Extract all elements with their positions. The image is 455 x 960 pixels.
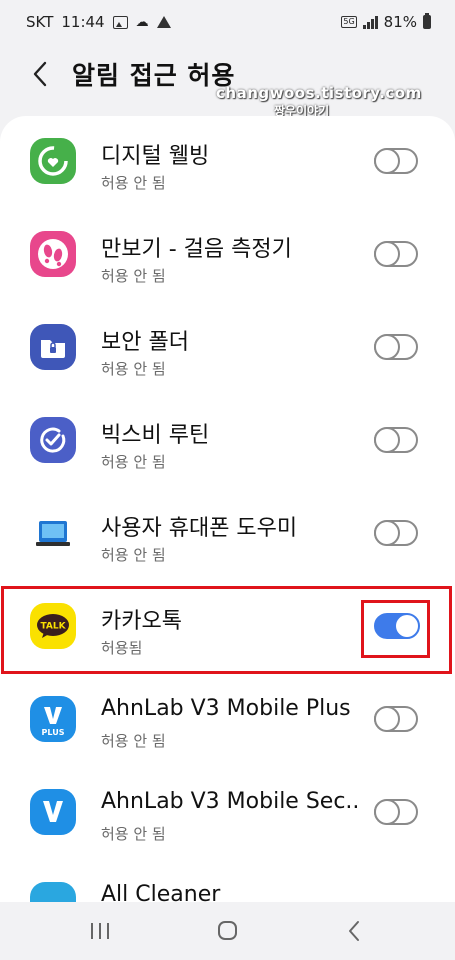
toggle-switch[interactable] bbox=[374, 799, 418, 825]
clock: 11:44 bbox=[61, 13, 105, 31]
status-bar: SKT 11:44 ☁ 5G 81% bbox=[0, 0, 455, 44]
carrier: SKT bbox=[26, 13, 54, 31]
app-status: 허용됨 bbox=[101, 639, 143, 657]
back-button[interactable] bbox=[30, 59, 54, 89]
signal-icon bbox=[362, 15, 378, 29]
app-name: All Cleaner bbox=[101, 882, 221, 902]
digital-wellbeing-icon bbox=[30, 138, 76, 184]
bixby-routines-icon bbox=[30, 417, 76, 463]
toggle-switch[interactable] bbox=[374, 241, 418, 267]
app-status: 허용 안 됨 bbox=[101, 825, 166, 843]
app-name: 보안 폴더 bbox=[101, 330, 189, 355]
app-name: 사용자 휴대폰 도우미 bbox=[101, 516, 298, 541]
toggle-switch[interactable] bbox=[374, 706, 418, 732]
gallery-icon bbox=[112, 15, 128, 29]
back-icon bbox=[349, 921, 359, 941]
recent-apps-icon bbox=[91, 923, 109, 939]
home-button[interactable] bbox=[207, 916, 247, 946]
list-item[interactable]: 보안 폴더 허용 안 됨 bbox=[0, 302, 455, 395]
home-icon bbox=[218, 921, 237, 940]
recent-apps-button[interactable] bbox=[80, 916, 120, 946]
all-cleaner-icon bbox=[30, 882, 76, 902]
app-name: 빅스비 루틴 bbox=[101, 423, 210, 448]
app-status: 허용 안 됨 bbox=[101, 174, 166, 192]
app-status: 허용 안 됨 bbox=[101, 546, 166, 564]
v3-security-icon bbox=[30, 789, 76, 835]
navigation-bar bbox=[0, 902, 455, 960]
list-item[interactable]: AhnLab V3 Mobile Sec.. 허용 안 됨 bbox=[0, 767, 455, 860]
list-item[interactable]: TALK 카카오톡 허용됨 bbox=[0, 581, 455, 674]
warning-icon bbox=[156, 16, 171, 28]
app-list: 디지털 웰빙 허용 안 됨 만보기 - 걸음 측정기 허용 안 됨 보안 폴더 … bbox=[0, 116, 455, 902]
app-status: 허용 안 됨 bbox=[101, 732, 166, 750]
phone-helper-icon bbox=[30, 510, 76, 556]
app-status: 허용 안 됨 bbox=[101, 453, 166, 471]
back-nav-button[interactable] bbox=[335, 916, 375, 946]
secure-folder-icon bbox=[30, 324, 76, 370]
list-item[interactable]: 디지털 웰빙 허용 안 됨 bbox=[0, 116, 455, 209]
app-status: 허용 안 됨 bbox=[101, 360, 166, 378]
watermark-url: changwoos.tistory.com bbox=[216, 84, 422, 102]
toggle-switch[interactable] bbox=[374, 427, 418, 453]
page-title: 알림 접근 허용 bbox=[72, 61, 236, 90]
battery-percent: 81% bbox=[383, 13, 417, 31]
app-status: 허용 안 됨 bbox=[101, 267, 166, 285]
list-item[interactable]: 만보기 - 걸음 측정기 허용 안 됨 bbox=[0, 209, 455, 302]
list-item[interactable]: 사용자 휴대폰 도우미 허용 안 됨 bbox=[0, 488, 455, 581]
pedometer-icon bbox=[30, 231, 76, 277]
kakaotalk-icon: TALK bbox=[30, 603, 76, 649]
app-name: 카카오톡 bbox=[101, 609, 182, 634]
chevron-left-icon bbox=[33, 61, 47, 87]
toggle-switch[interactable] bbox=[374, 148, 418, 174]
v3-plus-icon-text: PLUS bbox=[42, 728, 65, 737]
weather-icon: ☁ bbox=[135, 14, 149, 30]
toggle-switch[interactable] bbox=[374, 613, 420, 639]
list-item[interactable]: All Cleaner bbox=[0, 860, 455, 902]
app-name: 디지털 웰빙 bbox=[101, 144, 210, 169]
network-type-badge: 5G bbox=[341, 16, 357, 28]
battery-icon bbox=[423, 13, 431, 29]
v3-plus-icon: PLUS bbox=[30, 696, 76, 742]
app-name: 만보기 - 걸음 측정기 bbox=[101, 237, 292, 262]
app-bar: 알림 접근 허용 changwoos.tistory.com 짱우이야기 bbox=[0, 44, 455, 118]
app-name: AhnLab V3 Mobile Sec.. bbox=[101, 789, 360, 814]
toggle-switch[interactable] bbox=[374, 334, 418, 360]
kakaotalk-icon-text: TALK bbox=[40, 622, 66, 632]
app-name: AhnLab V3 Mobile Plus bbox=[101, 696, 351, 721]
toggle-switch[interactable] bbox=[374, 520, 418, 546]
list-item[interactable]: 빅스비 루틴 허용 안 됨 bbox=[0, 395, 455, 488]
list-item[interactable]: PLUS AhnLab V3 Mobile Plus 허용 안 됨 bbox=[0, 674, 455, 767]
